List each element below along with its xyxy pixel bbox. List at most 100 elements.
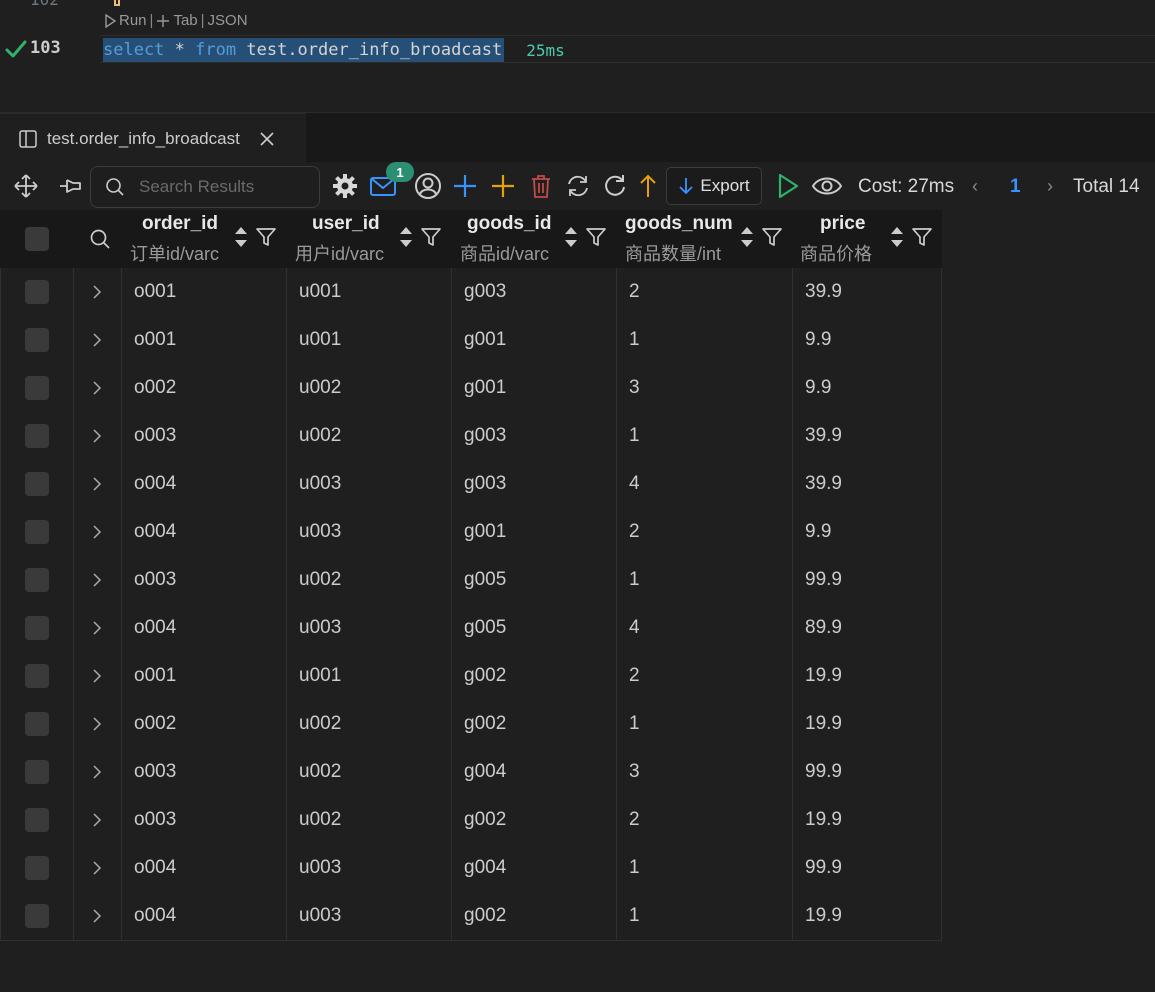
cell-order-id[interactable]: o002 — [122, 364, 287, 412]
cell-goods-num[interactable]: 2 — [617, 268, 793, 316]
cell-user-id[interactable]: u002 — [287, 412, 452, 460]
cell-user-id[interactable]: u001 — [287, 316, 452, 364]
cell-order-id[interactable]: o003 — [122, 748, 287, 796]
table-row[interactable]: o003 u002 g005 1 99.9 — [1, 556, 942, 604]
cell-goods-id[interactable]: g002 — [452, 652, 617, 700]
row-checkbox[interactable] — [25, 472, 49, 496]
cell-user-id[interactable]: u002 — [287, 556, 452, 604]
cell-price[interactable]: 19.9 — [793, 652, 942, 700]
table-row[interactable]: o001 u001 g002 2 19.9 — [1, 652, 942, 700]
cell-order-id[interactable]: o001 — [122, 268, 287, 316]
chevron-right-icon[interactable] — [90, 621, 104, 635]
cell-order-id[interactable]: o004 — [122, 892, 287, 940]
chevron-right-icon[interactable] — [90, 573, 104, 587]
cell-order-id[interactable]: o004 — [122, 604, 287, 652]
sort-up-button[interactable] — [634, 172, 662, 200]
preview-button[interactable] — [810, 172, 844, 200]
cell-user-id[interactable]: u003 — [287, 508, 452, 556]
sort-icon[interactable] — [399, 224, 413, 250]
move-button[interactable] — [12, 172, 40, 200]
filter-icon[interactable] — [420, 226, 442, 248]
table-row[interactable]: o004 u003 g002 1 19.9 — [1, 892, 942, 940]
export-button[interactable]: Export — [666, 167, 762, 205]
table-row[interactable]: o002 u002 g002 1 19.9 — [1, 700, 942, 748]
row-checkbox[interactable] — [25, 424, 49, 448]
cell-order-id[interactable]: o003 — [122, 796, 287, 844]
cell-price[interactable]: 99.9 — [793, 748, 942, 796]
cell-price[interactable]: 99.9 — [793, 556, 942, 604]
chevron-right-icon[interactable] — [90, 813, 104, 827]
row-checkbox[interactable] — [25, 280, 49, 304]
sort-icon[interactable] — [740, 224, 754, 250]
cell-user-id[interactable]: u001 — [287, 652, 452, 700]
cell-goods-num[interactable]: 1 — [617, 844, 793, 892]
chevron-right-icon[interactable] — [90, 909, 104, 923]
cell-user-id[interactable]: u003 — [287, 460, 452, 508]
codelens-tab[interactable]: Tab — [173, 12, 197, 29]
row-checkbox[interactable] — [25, 808, 49, 832]
sort-icon[interactable] — [890, 224, 904, 250]
cell-price[interactable]: 9.9 — [793, 364, 942, 412]
add-row-button[interactable] — [451, 172, 479, 200]
run-button[interactable] — [774, 172, 802, 200]
filter-icon[interactable] — [585, 226, 607, 248]
sort-icon[interactable] — [234, 224, 248, 250]
cell-order-id[interactable]: o002 — [122, 700, 287, 748]
sync-button[interactable] — [564, 172, 592, 200]
cell-user-id[interactable]: u002 — [287, 364, 452, 412]
chevron-right-icon[interactable] — [90, 669, 104, 683]
cell-goods-id[interactable]: g003 — [452, 460, 617, 508]
chevron-right-icon[interactable] — [90, 381, 104, 395]
cell-user-id[interactable]: u002 — [287, 796, 452, 844]
user-button[interactable] — [414, 172, 442, 200]
cell-price[interactable]: 39.9 — [793, 460, 942, 508]
cell-goods-num[interactable]: 1 — [617, 700, 793, 748]
cell-goods-num[interactable]: 4 — [617, 604, 793, 652]
filter-icon[interactable] — [761, 226, 783, 248]
row-checkbox[interactable] — [25, 568, 49, 592]
sql-query-line[interactable]: select * from test.order_info_broadcast … — [103, 37, 565, 63]
refresh-button[interactable] — [601, 172, 629, 200]
cell-goods-id[interactable]: g002 — [452, 796, 617, 844]
row-checkbox[interactable] — [25, 328, 49, 352]
table-row[interactable]: o003 u002 g002 2 19.9 — [1, 796, 942, 844]
cell-user-id[interactable]: u001 — [287, 268, 452, 316]
cell-user-id[interactable]: u003 — [287, 604, 452, 652]
table-row[interactable]: o003 u002 g003 1 39.9 — [1, 412, 942, 460]
cell-goods-id[interactable]: g004 — [452, 748, 617, 796]
chevron-right-icon[interactable] — [90, 429, 104, 443]
cell-price[interactable]: 39.9 — [793, 412, 942, 460]
table-row[interactable]: o001 u001 g003 2 39.9 — [1, 268, 942, 316]
codelens-run[interactable]: Run — [119, 12, 147, 29]
cell-goods-num[interactable]: 2 — [617, 796, 793, 844]
table-row[interactable]: o004 u003 g003 4 39.9 — [1, 460, 942, 508]
select-all-checkbox[interactable] — [25, 227, 49, 251]
cell-goods-id[interactable]: g004 — [452, 844, 617, 892]
cell-goods-num[interactable]: 1 — [617, 412, 793, 460]
cell-price[interactable]: 9.9 — [793, 316, 942, 364]
cell-order-id[interactable]: o004 — [122, 844, 287, 892]
cell-order-id[interactable]: o003 — [122, 412, 287, 460]
chevron-right-icon[interactable] — [90, 333, 104, 347]
chevron-right-icon[interactable] — [90, 285, 104, 299]
cell-price[interactable]: 9.9 — [793, 508, 942, 556]
cell-user-id[interactable]: u002 — [287, 748, 452, 796]
cell-goods-num[interactable]: 1 — [617, 556, 793, 604]
cell-order-id[interactable]: o004 — [122, 508, 287, 556]
cell-user-id[interactable]: u003 — [287, 844, 452, 892]
chevron-right-icon[interactable] — [90, 765, 104, 779]
cell-goods-id[interactable]: g002 — [452, 700, 617, 748]
cell-order-id[interactable]: o001 — [122, 316, 287, 364]
cell-goods-num[interactable]: 1 — [617, 892, 793, 940]
row-checkbox[interactable] — [25, 664, 49, 688]
sort-icon[interactable] — [564, 224, 578, 250]
codelens-json[interactable]: JSON — [208, 12, 248, 29]
cell-price[interactable]: 19.9 — [793, 892, 942, 940]
chevron-right-icon[interactable] — [90, 717, 104, 731]
chevron-right-icon[interactable] — [90, 861, 104, 875]
pin-button[interactable] — [56, 172, 84, 200]
cell-goods-id[interactable]: g002 — [452, 892, 617, 940]
cell-price[interactable]: 39.9 — [793, 268, 942, 316]
cell-goods-id[interactable]: g003 — [452, 412, 617, 460]
settings-button[interactable] — [331, 172, 359, 200]
